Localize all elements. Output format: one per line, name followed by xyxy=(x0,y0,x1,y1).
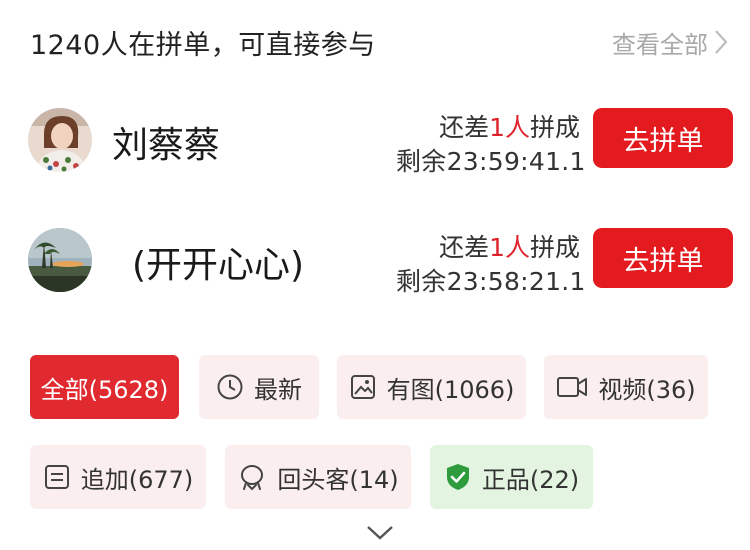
avatar xyxy=(28,108,92,172)
avatar xyxy=(28,228,92,292)
filter-chip-label: 正品(22) xyxy=(481,465,580,494)
filter-chip-video[interactable]: 视频(36) xyxy=(544,355,708,419)
chevron-down-icon xyxy=(367,526,393,540)
expand-filters-button[interactable] xyxy=(365,524,395,546)
filter-chip-genuine[interactable]: 正品(22) xyxy=(430,445,593,509)
needed-count: 1人 xyxy=(489,233,530,262)
filter-chip-all[interactable]: 全部(5628) xyxy=(30,355,179,419)
filter-chip-label: 追加(677) xyxy=(80,465,194,494)
filter-chip-follow-up[interactable]: 追加(677) xyxy=(30,445,206,509)
video-icon xyxy=(556,374,588,400)
chevron-right-icon xyxy=(715,30,728,54)
filter-chip-label: 回头客(14) xyxy=(277,465,399,494)
filter-chip-label: 全部(5628) xyxy=(40,375,169,404)
countdown-timer: 剩余23:59:41.1 xyxy=(396,147,586,176)
user-name: 刘蔡蔡 xyxy=(112,125,221,166)
group-buy-header: 1240人在拼单，可直接参与 查看全部 xyxy=(30,22,728,62)
filter-chip-label: 有图(1066) xyxy=(386,375,515,404)
needed-count: 1人 xyxy=(489,113,530,142)
filter-chip-latest[interactable]: 最新 xyxy=(199,355,319,419)
note-icon xyxy=(43,463,71,491)
filter-chip-repeat-customer[interactable]: 回头客(14) xyxy=(225,445,411,509)
group-row: (开开心心) 还差1人拼成 剩余23:58:21.1 去拼单 xyxy=(0,228,750,318)
user-name: (开开心心) xyxy=(132,245,305,286)
group-buy-card: 1240人在拼单，可直接参与 查看全部 刘蔡蔡 还差1人拼成 剩余23:59:4… xyxy=(0,0,750,322)
filter-chip-label: 最新 xyxy=(254,375,302,404)
filter-chip-label: 视频(36) xyxy=(598,375,696,404)
view-all-link[interactable]: 查看全部 xyxy=(612,25,728,60)
filter-chip-with-images[interactable]: 有图(1066) xyxy=(337,355,526,419)
repeat-customer-icon xyxy=(237,462,267,492)
view-all-label: 查看全部 xyxy=(612,30,708,59)
join-group-button[interactable]: 去拼单 xyxy=(593,108,733,168)
countdown-timer: 剩余23:58:21.1 xyxy=(396,267,586,296)
needed-members-text: 还差1人拼成 xyxy=(439,113,580,142)
join-group-button[interactable]: 去拼单 xyxy=(593,228,733,288)
needed-members-text: 还差1人拼成 xyxy=(439,233,580,262)
group-row: 刘蔡蔡 还差1人拼成 剩余23:59:41.1 去拼单 xyxy=(0,108,750,198)
group-buy-title: 1240人在拼单，可直接参与 xyxy=(30,29,376,61)
clock-icon xyxy=(216,373,244,401)
shield-check-icon xyxy=(444,462,472,492)
image-icon xyxy=(349,373,377,401)
